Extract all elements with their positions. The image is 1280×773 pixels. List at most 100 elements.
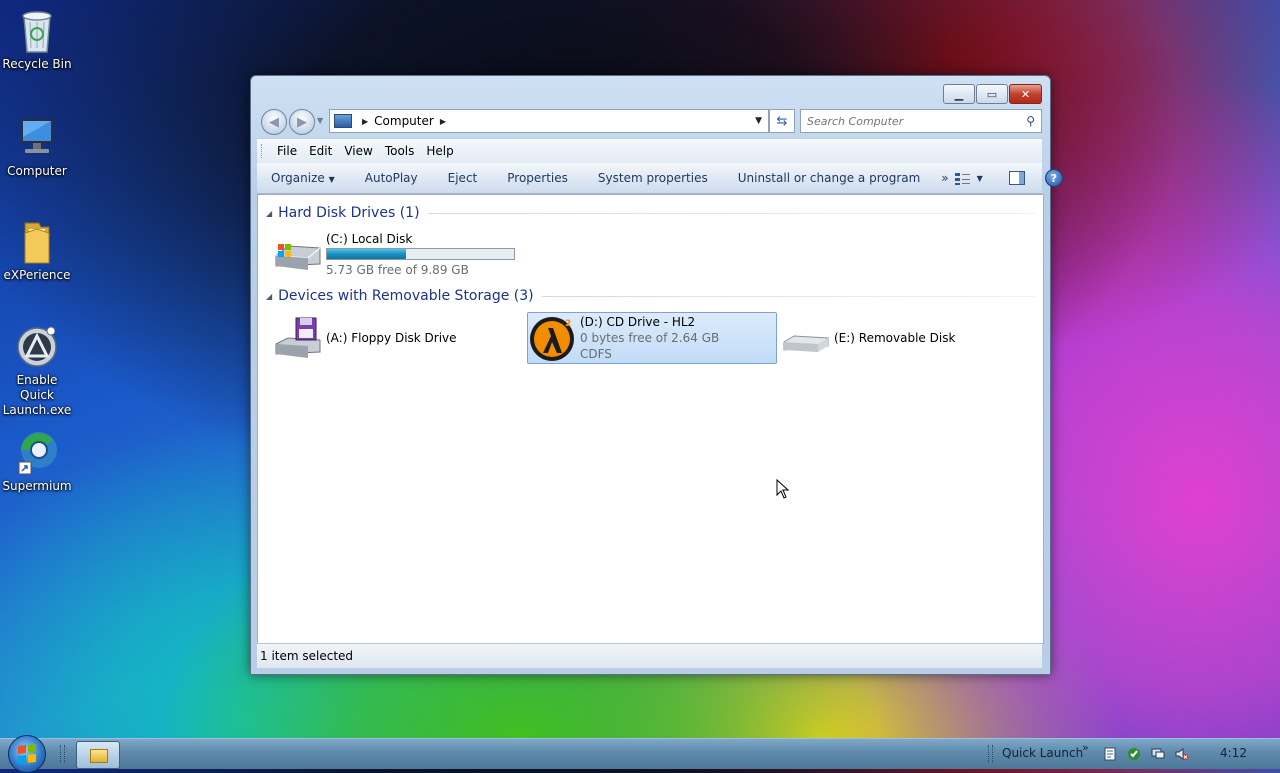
menu-tools[interactable]: Tools bbox=[379, 144, 421, 158]
search-input[interactable] bbox=[801, 113, 1019, 129]
autoplay-button[interactable]: AutoPlay bbox=[350, 171, 433, 185]
address-dropdown-icon[interactable]: ▼ bbox=[755, 116, 762, 126]
group-header-label: Devices with Removable Storage (3) bbox=[278, 288, 534, 304]
chevron-down-icon: ▼ bbox=[328, 175, 335, 184]
file-list: ◢ Hard Disk Drives (1) (C:) Local Disk 5… bbox=[257, 194, 1044, 644]
breadcrumb-arrow-icon[interactable]: ▶ bbox=[362, 117, 368, 126]
caption-buttons: ▁ ▭ ✕ bbox=[942, 84, 1042, 104]
view-options-icon[interactable] bbox=[954, 171, 971, 185]
folder-icon bbox=[90, 749, 108, 763]
drive-d-tile[interactable]: 2 (D:) CD Drive - HL2 0 bytes free of 2.… bbox=[527, 312, 777, 364]
breadcrumb-arrow-icon[interactable]: ▶ bbox=[440, 117, 446, 126]
recycle-bin-icon bbox=[15, 8, 59, 54]
svg-text:2: 2 bbox=[565, 319, 571, 329]
drive-c-space: 5.73 GB free of 9.89 GB bbox=[326, 262, 469, 277]
network-tray-icon[interactable] bbox=[1151, 747, 1165, 761]
menu-view[interactable]: View bbox=[338, 144, 378, 158]
quick-launch-chevron-icon[interactable]: » bbox=[1082, 741, 1089, 754]
drive-d-filesystem: CDFS bbox=[580, 347, 612, 361]
removable-disk-icon bbox=[782, 314, 830, 362]
drive-e-name: (E:) Removable Disk bbox=[834, 331, 956, 345]
navigation-bar: ◀ ▶ ▼ ▶ Computer ▶ ▼ ⇆ ⚲ bbox=[259, 108, 1042, 135]
menu-edit[interactable]: Edit bbox=[303, 144, 338, 158]
search-icon[interactable]: ⚲ bbox=[1026, 114, 1035, 128]
drive-a-name: (A:) Floppy Disk Drive bbox=[326, 331, 457, 345]
organize-label: Organize bbox=[271, 171, 325, 185]
taskbar-grip[interactable] bbox=[988, 745, 993, 763]
status-text: 1 item selected bbox=[260, 649, 354, 663]
group-divider bbox=[541, 295, 1036, 297]
address-bar[interactable]: ▶ Computer ▶ ▼ bbox=[329, 109, 769, 133]
document-tray-icon[interactable] bbox=[1103, 747, 1117, 761]
help-icon[interactable]: ? bbox=[1044, 169, 1063, 187]
back-button[interactable]: ◀ bbox=[261, 109, 287, 135]
close-button[interactable]: ✕ bbox=[1009, 84, 1042, 104]
desktop-icon-label: Recycle Bin bbox=[2, 57, 72, 71]
desktop-icon-supermium[interactable]: Supermium bbox=[0, 430, 74, 494]
recent-pages-dropdown[interactable]: ▼ bbox=[317, 116, 323, 125]
computer-small-icon bbox=[334, 114, 352, 128]
hard-disk-icon bbox=[274, 230, 322, 278]
drive-c-usage-bar bbox=[326, 247, 515, 260]
taskbar-grip[interactable] bbox=[60, 745, 65, 763]
more-commands-button[interactable]: » bbox=[935, 171, 954, 185]
system-clock[interactable]: 4:12 bbox=[1220, 746, 1247, 760]
quick-launch-toolbar[interactable]: Quick Launch bbox=[1002, 746, 1083, 760]
menu-bar: File Edit View Tools Help bbox=[257, 138, 1042, 163]
breadcrumb-computer[interactable]: Computer bbox=[374, 114, 434, 128]
desktop-icon-enable-quick-launch[interactable]: Enable Quick Launch.exe bbox=[0, 324, 74, 418]
drive-c-tile[interactable]: (C:) Local Disk 5.73 GB free of 9.89 GB bbox=[274, 229, 524, 279]
group-divider bbox=[427, 212, 1036, 214]
menu-help[interactable]: Help bbox=[420, 144, 459, 158]
mouse-cursor-icon bbox=[776, 479, 790, 499]
collapse-triangle-icon[interactable]: ◢ bbox=[266, 292, 272, 301]
drive-d-name: (D:) CD Drive - HL2 bbox=[580, 315, 696, 329]
group-header-hard-disks[interactable]: ◢ Hard Disk Drives (1) bbox=[266, 205, 1036, 221]
drive-a-tile[interactable]: (A:) Floppy Disk Drive bbox=[274, 313, 524, 363]
refresh-button[interactable]: ⇆ bbox=[769, 109, 795, 133]
search-box: ⚲ bbox=[800, 109, 1042, 133]
eject-button[interactable]: Eject bbox=[433, 171, 493, 185]
group-header-removable[interactable]: ◢ Devices with Removable Storage (3) bbox=[266, 288, 1036, 304]
desktop-icon-experience[interactable]: eXPerience bbox=[0, 219, 74, 283]
minimize-button[interactable]: ▁ bbox=[943, 84, 975, 104]
desktop-icon-computer[interactable]: Computer bbox=[0, 115, 74, 179]
desktop-icon-recycle-bin[interactable]: Recycle Bin bbox=[0, 8, 74, 72]
drive-c-usage-fill bbox=[327, 248, 406, 259]
computer-icon bbox=[15, 115, 59, 161]
menubar-grip bbox=[261, 144, 265, 158]
menu-file[interactable]: File bbox=[271, 144, 303, 158]
refresh-icon: ⇆ bbox=[776, 113, 788, 129]
volume-muted-icon[interactable] bbox=[1175, 747, 1189, 761]
view-dropdown-icon[interactable]: ▼ bbox=[977, 174, 983, 183]
back-arrow-icon: ◀ bbox=[269, 114, 279, 130]
maximize-icon: ▭ bbox=[986, 87, 998, 101]
desktop-icon-label: Computer bbox=[7, 164, 67, 178]
group-header-label: Hard Disk Drives (1) bbox=[278, 205, 420, 221]
preview-pane-icon[interactable] bbox=[1008, 171, 1025, 185]
security-tray-icon[interactable] bbox=[1127, 747, 1141, 761]
drive-c-name: (C:) Local Disk bbox=[326, 231, 413, 246]
browser-icon bbox=[15, 430, 59, 476]
status-bar: 1 item selected bbox=[257, 643, 1042, 668]
maximize-button[interactable]: ▭ bbox=[976, 84, 1008, 104]
drive-d-space: 0 bytes free of 2.64 GB bbox=[580, 331, 720, 345]
explorer-window: ▁ ▭ ✕ ◀ ▶ ▼ ▶ Computer ▶ ▼ ⇆ ⚲ File Edit… bbox=[250, 75, 1063, 675]
minimize-icon: ▁ bbox=[954, 87, 964, 101]
desktop-icon-label: Supermium bbox=[2, 479, 72, 493]
forward-button[interactable]: ▶ bbox=[289, 109, 315, 135]
system-properties-button[interactable]: System properties bbox=[583, 171, 723, 185]
taskbar: Quick Launch » 4:12 bbox=[0, 735, 1280, 773]
uninstall-program-button[interactable]: Uninstall or change a program bbox=[723, 171, 936, 185]
drive-e-tile[interactable]: (E:) Removable Disk bbox=[782, 313, 1032, 363]
floppy-drive-icon bbox=[274, 314, 322, 362]
quick-launch-icon bbox=[15, 324, 59, 370]
command-bar-right: ▼ ? bbox=[954, 169, 1077, 187]
start-button[interactable] bbox=[8, 735, 46, 773]
organize-button[interactable]: Organize ▼ bbox=[257, 171, 350, 185]
desktop-icon-label: eXPerience bbox=[3, 268, 71, 282]
desktop-icon-label: Enable Quick Launch.exe bbox=[2, 373, 72, 417]
properties-button[interactable]: Properties bbox=[492, 171, 583, 185]
collapse-triangle-icon[interactable]: ◢ bbox=[266, 209, 272, 218]
taskbar-item-explorer[interactable] bbox=[76, 741, 120, 769]
